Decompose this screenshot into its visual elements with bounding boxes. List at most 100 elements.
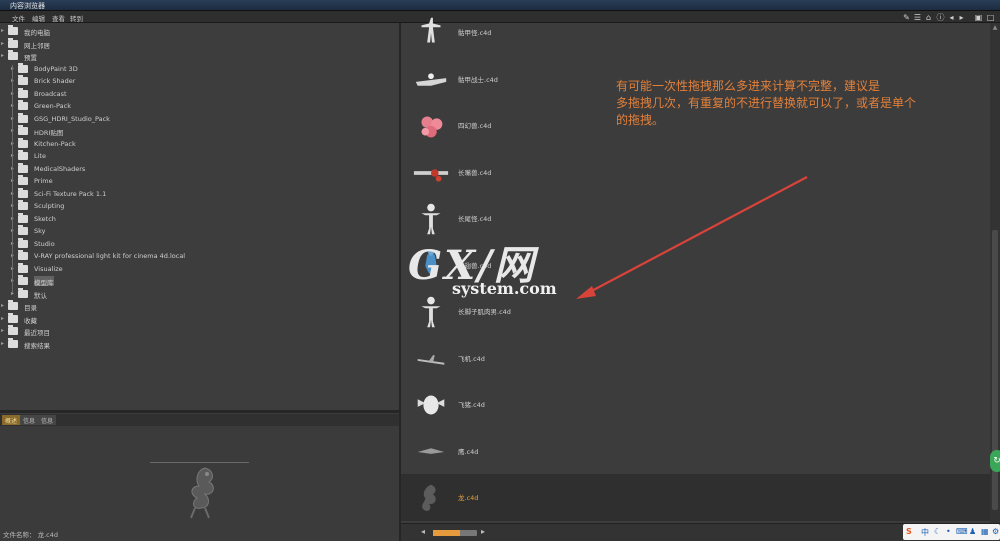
menu-goto[interactable]: 转到: [70, 13, 83, 23]
file-item[interactable]: 骷甲怪.c4d: [401, 9, 990, 56]
expand-arrow-icon[interactable]: ▸: [1, 327, 6, 335]
system-tray: S 中 ☾ • ⌨ ♟ ▦ ⚙: [903, 524, 1000, 540]
folder-icon: [8, 325, 18, 335]
tree-item[interactable]: ▸ 我的电脑: [0, 25, 398, 37]
tree-item-label: Kitchen-Pack: [34, 139, 76, 148]
tree-item[interactable]: ▸GSG_HDRI_Studio_Pack: [0, 112, 398, 125]
file-name: 龙.c4d: [37, 531, 58, 539]
tree-item[interactable]: ▸Green-Pack: [0, 100, 398, 112]
tree-item[interactable]: ▸Studio: [0, 237, 398, 250]
tab-info[interactable]: 信息: [20, 415, 39, 425]
tree-item[interactable]: ▸V-RAY professional light kit for cinema…: [0, 250, 398, 262]
tree-item[interactable]: ▸ 最近项目: [0, 325, 398, 337]
expand-arrow-icon[interactable]: ▸: [1, 27, 6, 35]
tree-item[interactable]: ▸Sci-Fi Texture Pack 1.1: [0, 187, 398, 200]
small-icons-icon[interactable]: ◂: [421, 527, 425, 536]
scroll-up-icon[interactable]: ▲: [991, 24, 999, 32]
folder-icon: [18, 137, 28, 148]
folder-icon: [18, 75, 28, 85]
folder-icon: [18, 275, 28, 285]
tree-item[interactable]: ▸HDRI贴图: [0, 125, 398, 137]
file-thumbnail: [413, 168, 449, 182]
skin-icon[interactable]: ▦: [981, 527, 989, 536]
tree-item[interactable]: ▸Sculpting: [0, 200, 398, 212]
tree-item[interactable]: ▸BodyPaint 3D: [0, 62, 398, 75]
large-icons-icon[interactable]: ▸: [481, 527, 485, 536]
tree-item-label: 搜索结果: [24, 341, 50, 350]
expand-arrow-icon[interactable]: ▸: [1, 340, 6, 348]
tree-item[interactable]: ▸Sky: [0, 225, 398, 237]
tools-icon[interactable]: ⚙: [992, 527, 999, 536]
file-item[interactable]: 飞机.c4d: [401, 335, 990, 382]
tree-item-label: Prime: [34, 177, 53, 185]
zoom-fill: [433, 530, 461, 536]
expand-arrow-icon[interactable]: ▸: [1, 52, 6, 60]
tree-item-label: Studio: [34, 239, 55, 248]
file-name-label: 骷甲怪.c4d: [458, 29, 492, 37]
tree-item[interactable]: ▸模型库: [0, 275, 398, 287]
tree-item-label: 默认: [34, 291, 47, 300]
tree-item[interactable]: ▸Kitchen-Pack: [0, 137, 398, 150]
expand-arrow-icon[interactable]: ▸: [1, 302, 6, 310]
file-name-label: 四幻兽.c4d: [458, 122, 492, 130]
menu-file[interactable]: 文件: [12, 13, 25, 23]
floating-action-icon[interactable]: ↻: [990, 450, 1000, 472]
tab-overview[interactable]: 概述: [2, 415, 21, 425]
folder-icon: [18, 250, 28, 260]
tree-item[interactable]: ▸Prime: [0, 175, 398, 187]
moon-icon[interactable]: ☾: [934, 527, 941, 536]
search-icon: [8, 337, 18, 348]
watermark: GX/网 system.com: [408, 233, 578, 303]
watermark-domain: system.com: [452, 279, 557, 298]
lang-icon[interactable]: 中: [921, 527, 929, 538]
expand-arrow-icon[interactable]: ▸: [1, 315, 6, 323]
expand-arrow-icon[interactable]: ▸: [1, 40, 6, 48]
tree-item[interactable]: ▸ 默认: [0, 287, 398, 300]
panel-divider-horizontal[interactable]: [0, 410, 399, 413]
annotation-line-3: 的拖拽。: [616, 113, 665, 127]
menu-view[interactable]: 查看: [52, 13, 65, 23]
file-item[interactable]: 龙.c4d: [401, 474, 990, 521]
tab-info-2[interactable]: 信息: [38, 415, 57, 425]
folder-icon: [18, 262, 28, 273]
zoom-slider[interactable]: [433, 530, 477, 536]
annotation-line-2: 多拖拽几次，有重复的不进行替换就可以了，或者是单个: [616, 96, 917, 110]
ime-icon[interactable]: S: [906, 527, 912, 536]
folder-icon: [18, 100, 28, 110]
tree-item[interactable]: ▸Brick Shader: [0, 75, 398, 87]
user-icon[interactable]: ♟: [969, 527, 976, 536]
file-list-scrollbar[interactable]: ▲: [990, 23, 1000, 523]
file-name-label: 长嘴兽.c4d: [458, 168, 492, 177]
tree-item-label: 模型库: [34, 279, 54, 287]
file-item[interactable]: 鹰.c4d: [401, 428, 990, 475]
file-label: 文件名称：: [3, 531, 36, 539]
tree-item[interactable]: ▸Broadcast: [0, 87, 398, 100]
star-icon: [8, 312, 18, 323]
keyboard-icon[interactable]: ⌨: [956, 527, 968, 536]
tree-item[interactable]: ▸Visualize: [0, 262, 398, 275]
folder-icon: [18, 175, 28, 185]
tree-item[interactable]: ▸ 搜索结果: [0, 337, 398, 350]
file-item[interactable]: 飞猪.c4d: [401, 381, 990, 428]
tree-item[interactable]: ▸Sketch: [0, 212, 398, 225]
tree-item[interactable]: ▸ 网上邻居: [0, 37, 398, 50]
file-name-label: 骷甲战士.c4d: [458, 75, 498, 84]
folder-icon: [18, 287, 28, 298]
tree-item-label: V-RAY professional light kit for cinema …: [34, 252, 186, 260]
tree-item-label: Lite: [34, 152, 46, 160]
file-name-label: 飞猪.c4d: [458, 401, 485, 409]
punct-icon[interactable]: •: [946, 527, 951, 536]
menu-edit[interactable]: 编辑: [32, 13, 45, 23]
tree-item-label: Sky: [34, 227, 46, 235]
tree-item[interactable]: ▸MedicalShaders: [0, 162, 398, 175]
tree-item[interactable]: ▸ 收藏: [0, 312, 398, 325]
tree-item[interactable]: ▸Lite: [0, 150, 398, 162]
annotation-text: 有可能一次性拖拽那么多进来计算不完整，建议是 多拖拽几次，有重复的不进行替换就可…: [616, 78, 976, 129]
tree-item-label: Sculpting: [34, 202, 65, 210]
tree-item-label: GSG_HDRI_Studio_Pack: [34, 114, 110, 123]
folder-icon: [18, 225, 28, 235]
file-name-label: 龙.c4d: [458, 494, 479, 502]
tree-item[interactable]: ▸ 目录: [0, 300, 398, 312]
folder-icon: [18, 87, 28, 98]
tree-item[interactable]: ▸ 预置: [0, 50, 398, 62]
